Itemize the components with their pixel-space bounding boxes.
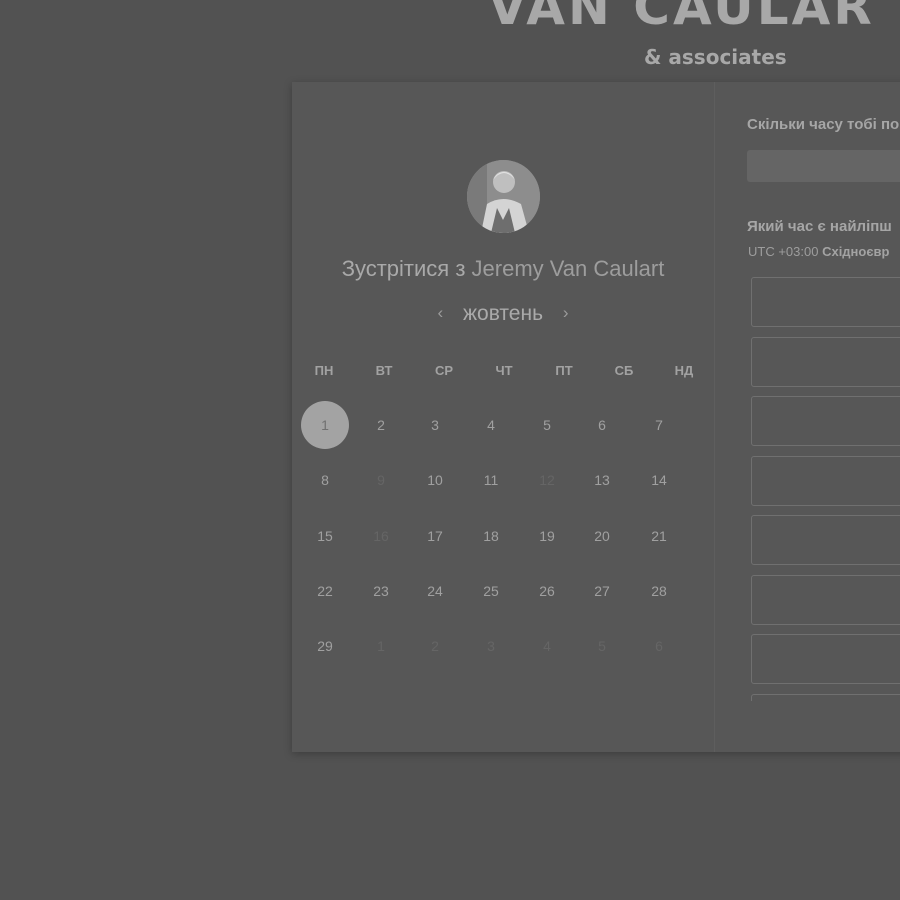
- calendar-day[interactable]: 20: [578, 512, 626, 560]
- calendar-day-selected[interactable]: 1: [301, 401, 349, 449]
- calendar-day[interactable]: 17: [411, 512, 459, 560]
- calendar-day-unavailable: 9: [377, 472, 385, 488]
- time-slot[interactable]: [751, 396, 900, 446]
- duration-question: Скільки часу тобі по: [747, 116, 900, 133]
- calendar-day[interactable]: 5: [523, 401, 571, 449]
- calendar-day[interactable]: 22: [301, 567, 349, 615]
- brand-tagline: & associates: [644, 45, 787, 69]
- calendar-day-next-month: 1: [377, 638, 385, 654]
- calendar-day[interactable]: 6: [578, 401, 626, 449]
- calendar-day-unavailable: 16: [373, 528, 389, 544]
- duration-select[interactable]: [747, 150, 900, 182]
- time-slot[interactable]: [751, 515, 900, 565]
- time-slot[interactable]: [751, 575, 900, 625]
- calendar-day[interactable]: 14: [635, 456, 683, 504]
- calendar-day-next-month: 2: [431, 638, 439, 654]
- calendar-day[interactable]: 27: [578, 567, 626, 615]
- calendar-day[interactable]: 7: [635, 401, 683, 449]
- calendar-grid: 1 2 3 4 5 6 7 8 9 10 11 12 13 14 15 16 1…: [292, 82, 714, 752]
- calendar-day[interactable]: 13: [578, 456, 626, 504]
- calendar-day[interactable]: 2: [357, 401, 405, 449]
- calendar-day[interactable]: 21: [635, 512, 683, 560]
- calendar-day[interactable]: 24: [411, 567, 459, 615]
- time-slot-list: [751, 277, 900, 701]
- booking-panel: Скільки часу тобі по Який час є найліпш …: [715, 82, 900, 752]
- calendar-day-next-month: 5: [598, 638, 606, 654]
- calendar-panel: Зустрітися з Jeremy Van Caulart ‹ жовтен…: [292, 82, 714, 752]
- time-slot[interactable]: [751, 634, 900, 684]
- time-slot[interactable]: [751, 277, 900, 327]
- timezone-offset: UTC +03:00: [748, 244, 819, 259]
- calendar-day[interactable]: 26: [523, 567, 571, 615]
- time-slot[interactable]: [751, 694, 900, 701]
- calendar-day[interactable]: 28: [635, 567, 683, 615]
- calendar-day[interactable]: 10: [411, 456, 459, 504]
- brand-logo: VAN CAULAR: [488, 0, 875, 36]
- calendar-day[interactable]: 8: [301, 456, 349, 504]
- scheduler-card: Зустрітися з Jeremy Van Caulart ‹ жовтен…: [292, 82, 900, 752]
- calendar-day-next-month: 4: [543, 638, 551, 654]
- calendar-day[interactable]: 19: [523, 512, 571, 560]
- time-slot[interactable]: [751, 456, 900, 506]
- calendar-day[interactable]: 3: [411, 401, 459, 449]
- time-slot[interactable]: [751, 337, 900, 387]
- calendar-day[interactable]: 11: [467, 456, 515, 504]
- timezone-selector[interactable]: UTC +03:00 Східноєвр: [748, 244, 889, 259]
- time-question: Який час є найліпш: [747, 218, 892, 235]
- calendar-day-next-month: 3: [487, 638, 495, 654]
- calendar-day-next-month: 6: [655, 638, 663, 654]
- calendar-day[interactable]: 25: [467, 567, 515, 615]
- calendar-day-unavailable: 12: [539, 472, 555, 488]
- calendar-day[interactable]: 18: [467, 512, 515, 560]
- calendar-day[interactable]: 29: [301, 622, 349, 670]
- timezone-name: Східноєвр: [822, 244, 890, 259]
- calendar-day[interactable]: 15: [301, 512, 349, 560]
- calendar-day[interactable]: 23: [357, 567, 405, 615]
- calendar-day[interactable]: 4: [467, 401, 515, 449]
